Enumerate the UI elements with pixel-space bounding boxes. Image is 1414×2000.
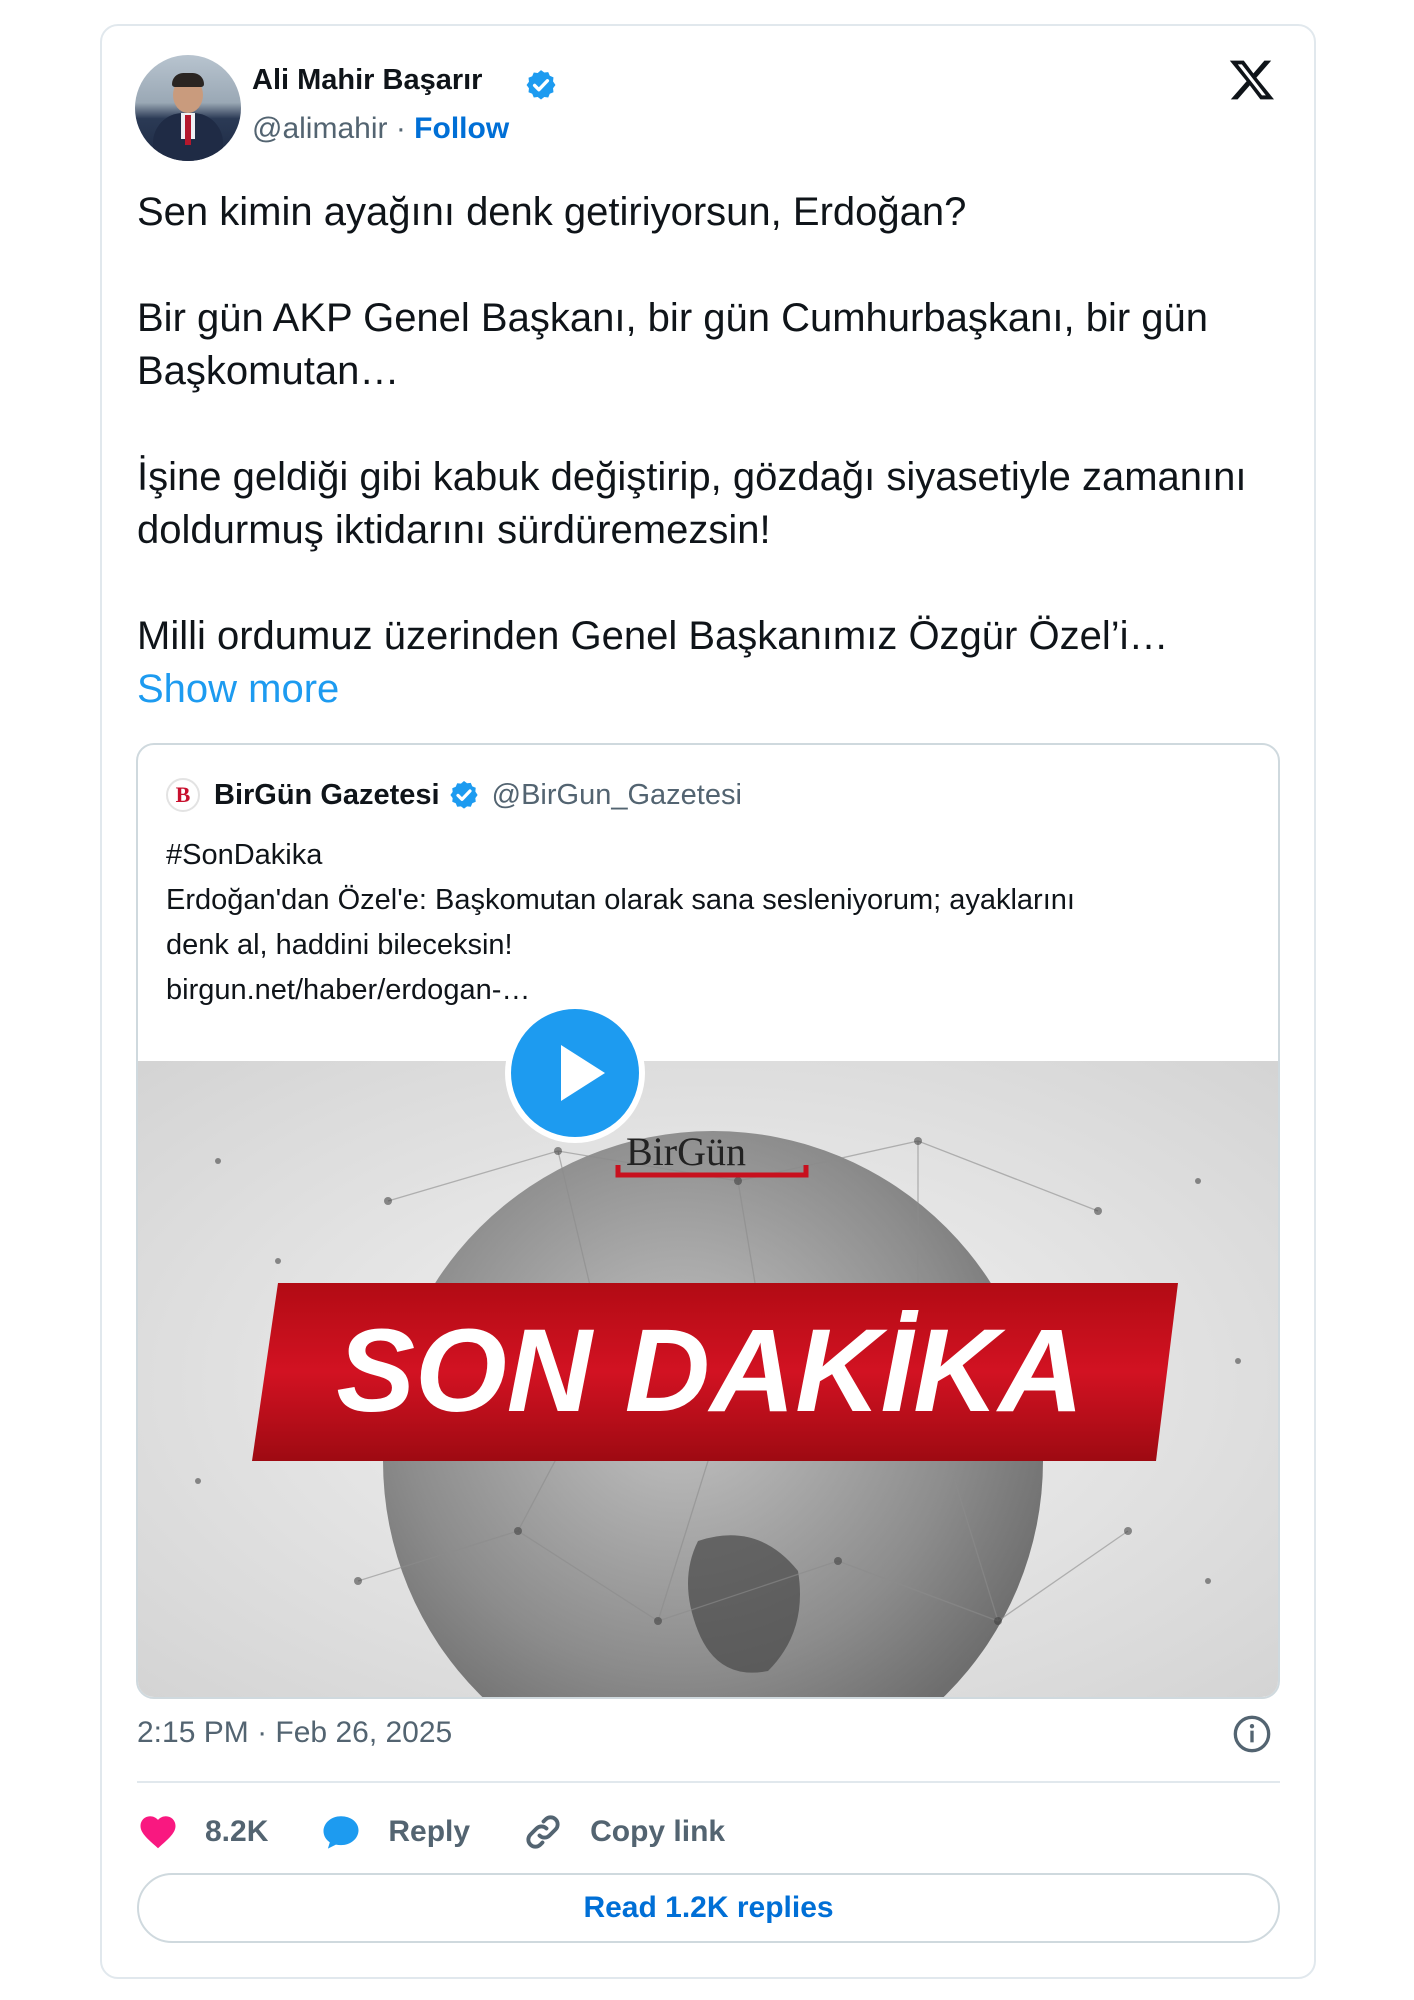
link-icon (526, 1815, 560, 1849)
reply-label: Reply (388, 1815, 471, 1848)
quoted-link[interactable]: birgun.net/haber/erdogan-… (166, 968, 1256, 1013)
tweet-time: 2:15 PM (137, 1716, 249, 1749)
action-bar: 8.2K Reply Copy link (137, 1806, 777, 1858)
tweet-paragraph: Bir gün AKP Genel Başkanı, bir gün Cumhu… (137, 296, 1208, 393)
son-dakika-graphic: BirGün SON DAKİKA (138, 1061, 1278, 1697)
info-icon[interactable] (1232, 1714, 1272, 1754)
author-name[interactable]: Ali Mahir Başarır (252, 64, 482, 97)
heart-icon (140, 1816, 176, 1849)
quoted-tweet-header: B BirGün Gazetesi @BirGun_Gazetesi (166, 777, 742, 813)
quoted-author-handle[interactable]: @BirGun_Gazetesi (492, 779, 742, 812)
divider (137, 1781, 1280, 1783)
banner-text: SON DAKİKA (336, 1305, 1083, 1437)
reply-button[interactable]: Reply (320, 1811, 470, 1853)
timestamp-separator: · (257, 1716, 268, 1749)
read-replies-button[interactable]: Read 1.2K replies (137, 1873, 1280, 1943)
quoted-tweet-text: #SonDakika Erdoğan'dan Özel'e: Başkomuta… (166, 833, 1256, 1013)
quoted-avatar[interactable]: B (166, 778, 200, 812)
copy-link-label: Copy link (590, 1815, 726, 1848)
verified-badge-icon (526, 70, 556, 100)
quoted-text-line: Erdoğan'dan Özel'e: Başkomutan olarak sa… (166, 884, 1075, 916)
tweet-date: Feb 26, 2025 (275, 1716, 453, 1749)
handle-separator: · (395, 112, 406, 145)
quoted-text-line: denk al, haddini bileceksin! (166, 929, 513, 961)
like-count: 8.2K (205, 1815, 269, 1848)
birgun-logo-text: BirGün (626, 1129, 746, 1174)
follow-button[interactable]: Follow (414, 112, 509, 145)
like-button[interactable]: 8.2K (137, 1811, 268, 1853)
quoted-hashtag[interactable]: #SonDakika (166, 833, 1256, 878)
tweet-paragraph: İşine geldiği gibi kabuk değiştirip, göz… (137, 455, 1247, 552)
verified-badge-icon (450, 781, 478, 809)
tweet-paragraph: Sen kimin ayağını denk getiriyorsun, Erd… (137, 190, 967, 234)
tweet-paragraph-last: Milli ordumuz üzerinden Genel Başkanımız… (137, 610, 1267, 716)
show-more-link[interactable]: Show more (137, 667, 339, 711)
video-thumbnail[interactable]: BirGün SON DAKİKA (138, 1061, 1278, 1697)
copy-link-button[interactable]: Copy link (522, 1811, 725, 1853)
reply-icon (323, 1816, 359, 1849)
x-logo-icon[interactable] (1228, 56, 1276, 104)
avatar[interactable] (135, 55, 241, 161)
author-handle-line: @alimahir · Follow (252, 112, 509, 146)
tweet-timestamp[interactable]: 2:15 PM · Feb 26, 2025 (137, 1716, 452, 1750)
author-handle[interactable]: @alimahir (252, 112, 387, 145)
play-button[interactable] (505, 1003, 645, 1143)
tweet-paragraph-last-text: Milli ordumuz üzerinden Genel Başkanımız… (137, 614, 1169, 658)
quoted-author-name[interactable]: BirGün Gazetesi (214, 779, 440, 812)
play-icon (561, 1045, 605, 1101)
tweet-text: Sen kimin ayağını denk getiriyorsun, Erd… (137, 186, 1267, 716)
quoted-tweet[interactable]: B BirGün Gazetesi @BirGun_Gazetesi #SonD… (136, 743, 1280, 1699)
